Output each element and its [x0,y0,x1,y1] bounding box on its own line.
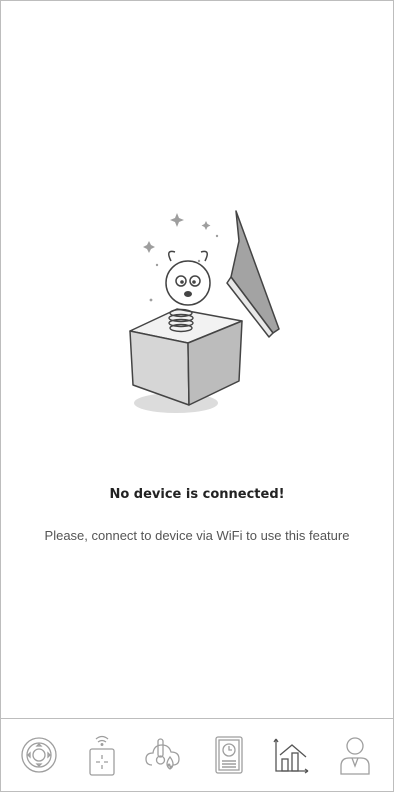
report-icon [214,736,243,774]
cloud-temperature-icon [145,738,180,770]
remote-control-icon [89,735,115,776]
tab-remote-control[interactable] [77,730,127,780]
tab-statistics[interactable] [267,730,317,780]
app-screen: No device is connected! Please, connect … [0,0,394,792]
empty-state-message: Please, connect to device via WiFi to us… [44,528,350,543]
user-profile-icon [340,737,370,775]
jack-in-the-box-icon [121,201,291,421]
tab-cloud-temperature[interactable] [140,730,190,780]
tab-report[interactable] [204,730,254,780]
tab-joystick[interactable] [14,730,64,780]
bottom-tab-bar [1,718,393,791]
statistics-chart-icon [273,738,309,774]
tab-user-profile[interactable] [330,730,380,780]
joystick-icon [21,737,57,773]
empty-state-title: No device is connected! [109,487,285,502]
